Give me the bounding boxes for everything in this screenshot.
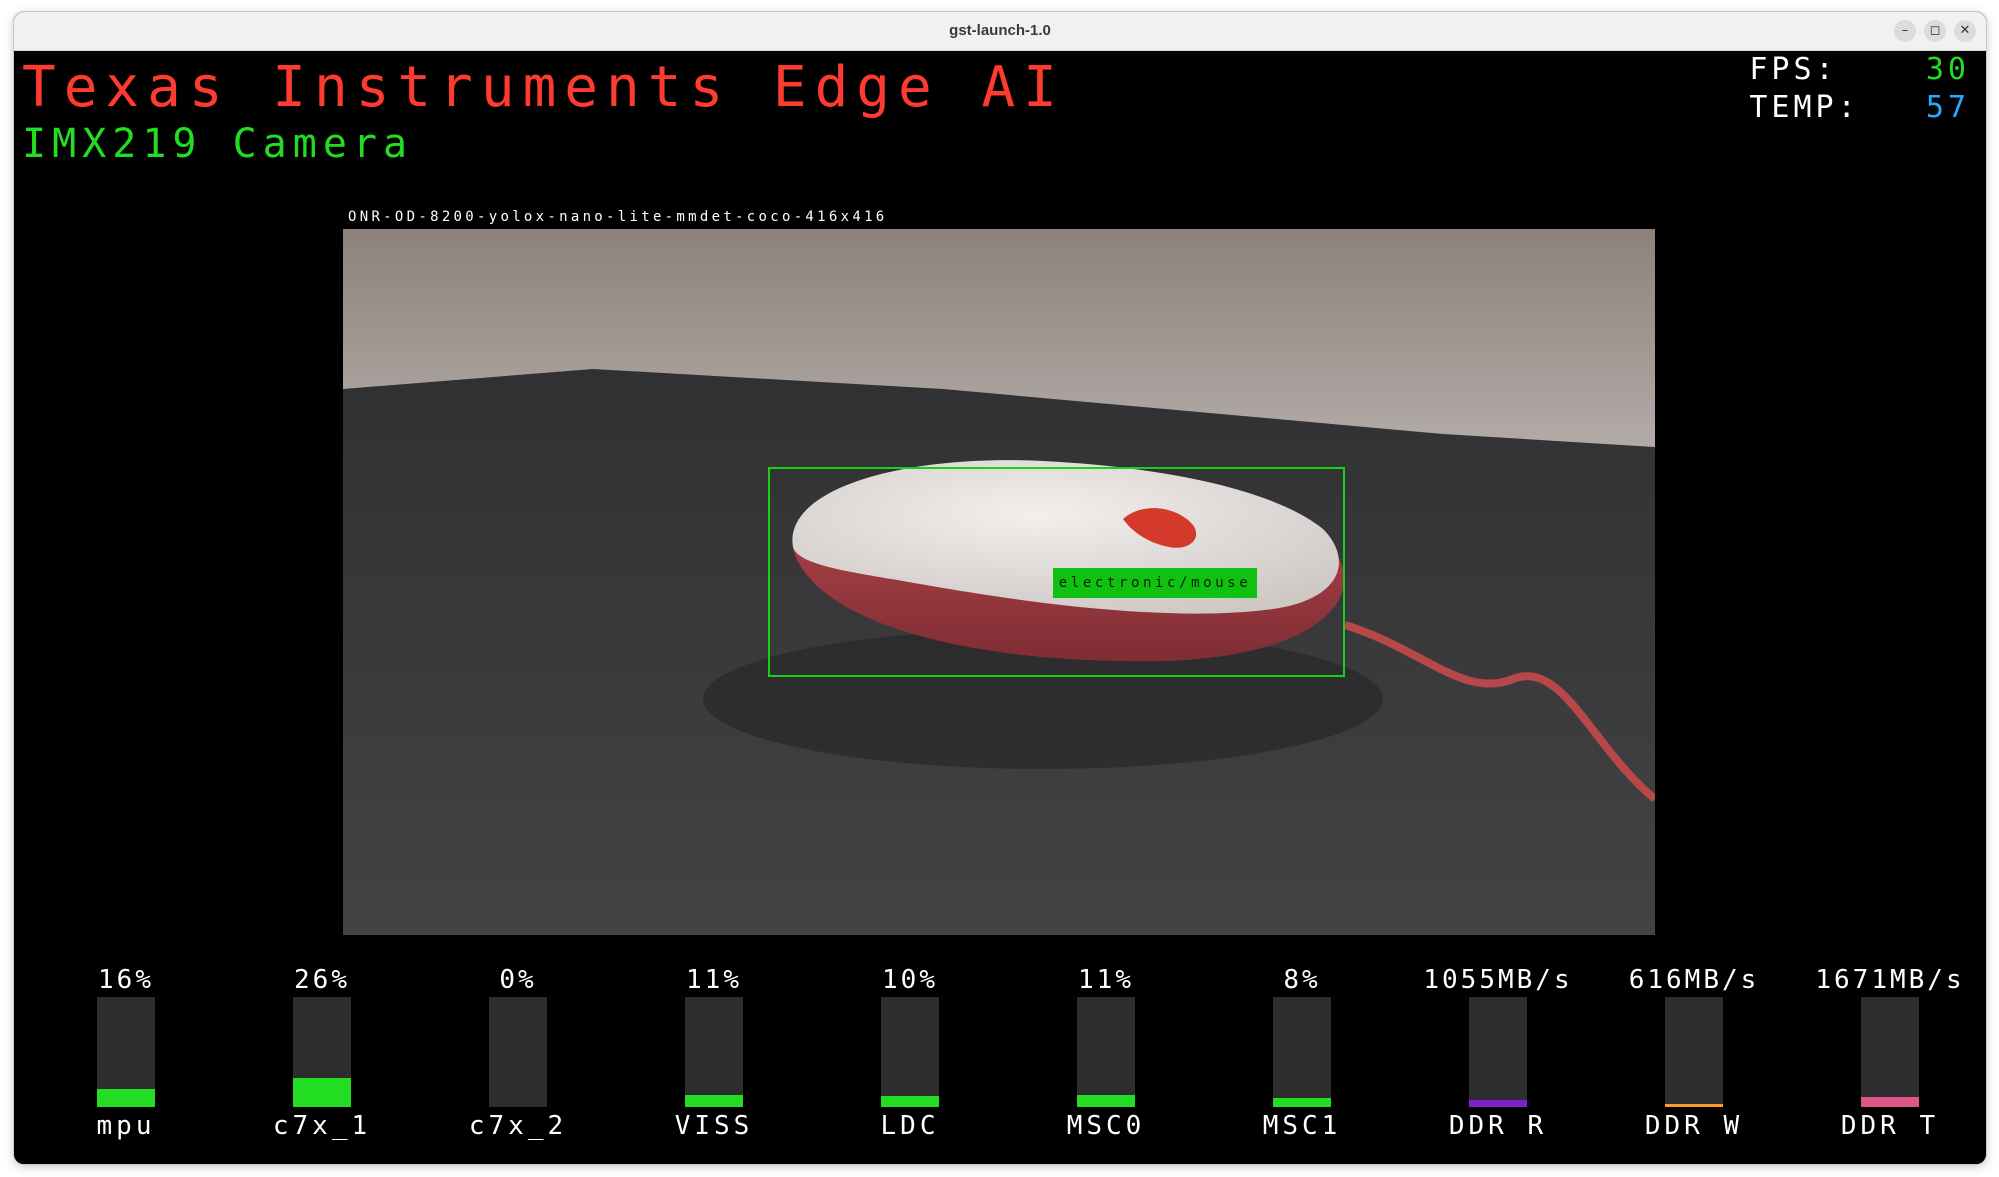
video-output: Texas Instruments Edge AI IMX219 Camera … xyxy=(14,51,1986,1164)
meter-value: 8% xyxy=(1283,965,1321,995)
meter-name: VISS xyxy=(674,1111,754,1141)
meter-value: 11% xyxy=(1078,965,1134,995)
minimize-button[interactable]: – xyxy=(1894,20,1916,42)
meter-bar xyxy=(1469,997,1527,1107)
meter-name: DDR T xyxy=(1840,1111,1940,1141)
meter-value: 0% xyxy=(499,965,537,995)
meter-bar xyxy=(1861,997,1919,1107)
meter-name: MSC1 xyxy=(1262,1111,1342,1141)
meter-name: DDR R xyxy=(1448,1111,1548,1141)
meter-bar xyxy=(1273,997,1331,1107)
meter-name: mpu xyxy=(96,1111,156,1141)
meter-name: MSC0 xyxy=(1066,1111,1146,1141)
title-bar[interactable]: gst-launch-1.0 – ◻ ✕ xyxy=(14,12,1986,51)
fps-value: 30 xyxy=(1925,52,1970,87)
meter-fill xyxy=(1861,1097,1919,1107)
maximize-button[interactable]: ◻ xyxy=(1924,20,1946,42)
meter-bar xyxy=(293,997,351,1107)
meter-value: 16% xyxy=(98,965,154,995)
meter-name: DDR W xyxy=(1644,1111,1744,1141)
meter-bar xyxy=(1077,997,1135,1107)
meter-value: 616MB/s xyxy=(1628,965,1760,995)
detection-label: electronic/mouse xyxy=(1053,568,1257,598)
meter-fill xyxy=(881,1096,939,1107)
meter-name: c7x_1 xyxy=(272,1111,372,1141)
close-button[interactable]: ✕ xyxy=(1954,20,1976,42)
meter-bar xyxy=(685,997,743,1107)
meter-bar xyxy=(881,997,939,1107)
temp-value: 57 xyxy=(1925,90,1970,125)
overlay-subtitle: IMX219 Camera xyxy=(22,121,414,167)
window-title: gst-launch-1.0 xyxy=(949,22,1051,39)
meter-fill xyxy=(1273,1098,1331,1107)
meter-name: LDC xyxy=(880,1111,940,1141)
camera-frame: electronic/mouse xyxy=(343,229,1655,935)
meter-fill xyxy=(1077,1094,1135,1107)
perf-stats: FPS: 30 TEMP: 57 xyxy=(1749,51,1970,127)
meter-mpu: 16% mpu xyxy=(36,963,216,1141)
meter-ddr-w: 616MB/s DDR W xyxy=(1604,963,1784,1141)
meter-value: 26% xyxy=(294,965,350,995)
meter-fill xyxy=(293,1078,351,1107)
meter-fill xyxy=(1469,1100,1527,1107)
meter-value: 11% xyxy=(686,965,742,995)
temp-row: TEMP: 57 xyxy=(1749,89,1970,127)
meter-value: 1671MB/s xyxy=(1815,965,1965,995)
meter-c7x_2: 0% c7x_2 xyxy=(428,963,608,1141)
app-window: gst-launch-1.0 – ◻ ✕ Texas Instruments E… xyxy=(14,12,1986,1164)
temp-label: TEMP: xyxy=(1749,90,1860,125)
meter-fill xyxy=(97,1089,155,1107)
meter-ldc: 10% LDC xyxy=(820,963,1000,1141)
meter-fill xyxy=(685,1094,743,1107)
fps-row: FPS: 30 xyxy=(1749,51,1970,89)
meter-bar xyxy=(97,997,155,1107)
meter-name: c7x_2 xyxy=(468,1111,568,1141)
overlay-title: Texas Instruments Edge AI xyxy=(22,55,1065,120)
fps-label: FPS: xyxy=(1749,52,1838,87)
meter-msc1: 8% MSC1 xyxy=(1212,963,1392,1141)
meter-bar xyxy=(1665,997,1723,1107)
meter-msc0: 11% MSC0 xyxy=(1016,963,1196,1141)
meter-ddr-t: 1671MB/s DDR T xyxy=(1800,963,1980,1141)
meter-viss: 11% VISS xyxy=(624,963,804,1141)
meter-c7x_1: 26% c7x_1 xyxy=(232,963,412,1141)
meter-value: 10% xyxy=(882,965,938,995)
meter-ddr-r: 1055MB/s DDR R xyxy=(1408,963,1588,1141)
meter-value: 1055MB/s xyxy=(1423,965,1573,995)
meter-bar xyxy=(489,997,547,1107)
model-name: ONR-OD-8200-yolox-nano-lite-mmdet-coco-4… xyxy=(348,209,888,225)
meter-fill xyxy=(1665,1103,1723,1107)
